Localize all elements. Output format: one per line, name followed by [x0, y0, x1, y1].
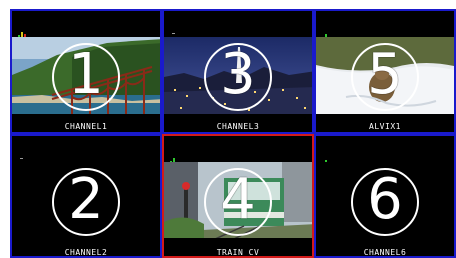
camera-image-no-signal: 6: [316, 162, 454, 238]
camera-cell-3[interactable]: 3 CHANNEL3: [162, 9, 314, 134]
channel-label: ALVIX1: [369, 122, 401, 131]
cell-header: [164, 11, 312, 37]
camera-cell-5[interactable]: 5 ALVIX1: [314, 9, 456, 134]
camera-image-night-city: 3: [164, 37, 312, 114]
cell-header: [316, 136, 454, 168]
multiview-screen: 1 CHANNEL1 3 CHANNEL3 5 ALVIX1 2 CHANNEL…: [0, 0, 456, 258]
cell-footer: TRAIN CV: [164, 238, 312, 256]
channel-label: CHANNEL2: [64, 248, 108, 257]
channel-label: CHANNEL3: [216, 122, 260, 131]
camera-cell-1[interactable]: 1 CHANNEL1: [10, 9, 162, 134]
camera-image-coast-railway: 1: [12, 37, 160, 114]
camera-image-snow-animal: 5: [316, 37, 454, 114]
cell-header: [12, 11, 160, 43]
camera-cell-4[interactable]: 4 TRAIN CV: [162, 134, 314, 258]
cell-number-badge: 6: [351, 167, 419, 236]
camera-grid: 1 CHANNEL1 3 CHANNEL3 5 ALVIX1 2 CHANNEL…: [10, 9, 456, 258]
cell-footer: CHANNEL2: [12, 238, 160, 256]
cell-number-badge: 1: [52, 43, 120, 112]
cell-footer: ALVIX1: [316, 114, 454, 132]
channel-label: CHANNEL6: [363, 248, 407, 257]
cell-footer: CHANNEL1: [12, 114, 160, 132]
cell-number-badge: 4: [204, 167, 272, 236]
channel-label: CHANNEL1: [64, 122, 108, 131]
camera-cell-2[interactable]: 2 CHANNEL2: [10, 134, 162, 258]
cell-header: [316, 11, 454, 43]
camera-cell-6[interactable]: 6 CHANNEL6: [314, 134, 456, 258]
channel-label: TRAIN CV: [216, 248, 260, 257]
cell-header: [164, 136, 312, 168]
cell-number-badge: 2: [52, 167, 120, 236]
cell-header: [12, 136, 160, 162]
audio-level-meter-icon: [20, 158, 23, 159]
audio-level-meter-icon: [172, 33, 175, 34]
cell-footer: CHANNEL3: [164, 114, 312, 132]
cell-number-badge: 5: [351, 43, 419, 112]
cell-number-badge: 3: [204, 43, 272, 112]
camera-image-tram: 4: [164, 162, 312, 238]
cell-footer: CHANNEL6: [316, 238, 454, 256]
camera-image-no-signal: 2: [12, 162, 160, 238]
